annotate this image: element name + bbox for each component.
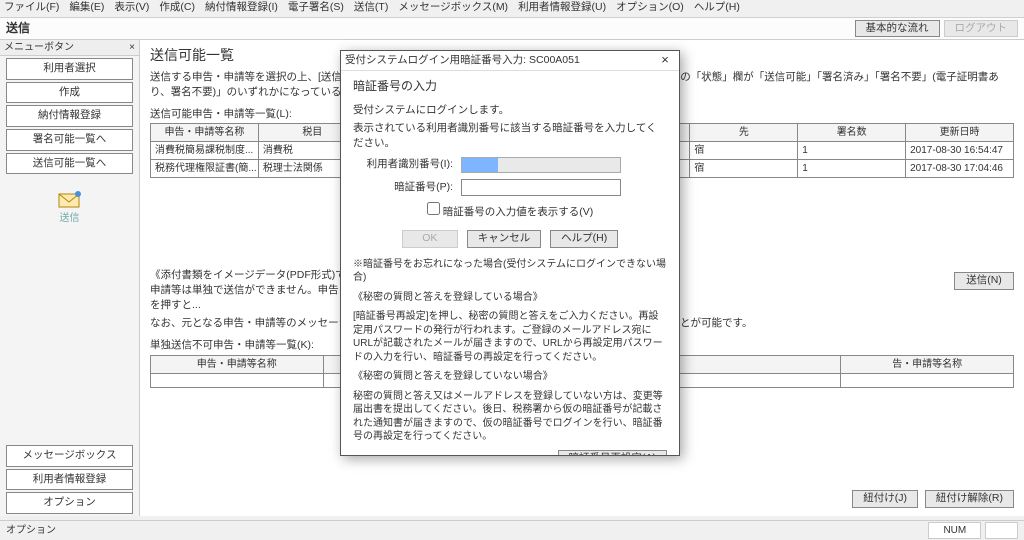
sidebar-item[interactable]: オプション <box>6 492 133 514</box>
menu-item[interactable]: メッセージボックス(M) <box>398 1 508 13</box>
sidebar-item[interactable]: 作成 <box>6 82 133 104</box>
show-pin-checkbox[interactable] <box>427 202 440 215</box>
menu-item[interactable]: ヘルプ(H) <box>694 1 740 13</box>
pin-dialog: 受付システムログイン用暗証番号入力: SC00A051 × 暗証番号の入力 受付… <box>340 50 680 456</box>
menu-item[interactable]: 送信(T) <box>354 1 388 13</box>
table-cell: 2017-08-30 16:54:47 <box>906 142 1014 160</box>
table-header: 告・申請等名称 <box>841 355 1014 373</box>
send-button[interactable]: 送信(N) <box>954 272 1014 290</box>
table-header: 更新日時 <box>906 124 1014 142</box>
table-cell <box>151 373 324 387</box>
send-icon-label: 送信 <box>60 212 80 225</box>
status-empty <box>985 522 1018 539</box>
table-cell: 税務代理権限証書(簡... <box>151 160 259 178</box>
show-pin-text: 暗証番号の入力値を表示する(V) <box>443 206 594 218</box>
status-left: オプション <box>6 524 56 537</box>
status-num: NUM <box>928 522 981 539</box>
sidebar-item[interactable]: 利用者情報登録 <box>6 469 133 491</box>
dialog-desc1: 受付システムにログインします。 <box>353 103 667 118</box>
sidebar-item[interactable]: 納付情報登録 <box>6 105 133 127</box>
table-cell: 宿 <box>690 142 798 160</box>
note-a-title: 《秘密の質問と答えを登録している場合》 <box>353 291 667 305</box>
menu-item[interactable]: 編集(E) <box>69 1 104 13</box>
pin-input[interactable] <box>461 179 621 197</box>
table-header: 申告・申請等名称 <box>151 124 259 142</box>
note-a: [暗証番号再設定]を押し、秘密の質問と答えをご入力ください。再設定用パスワードの… <box>353 310 667 364</box>
sidebar-tab-label: メニューボタン <box>4 41 74 54</box>
cancel-button[interactable]: キャンセル <box>467 230 542 248</box>
menu-item[interactable]: 作成(C) <box>159 1 195 13</box>
title-row: 送信 基本的な流れ ログアウト <box>0 18 1024 40</box>
table-cell: 2017-08-30 17:04:46 <box>906 160 1014 178</box>
table-cell: 消費税簡易課税制度... <box>151 142 259 160</box>
table-header: 先 <box>690 124 798 142</box>
note-forgot: ※暗証番号をお忘れになった場合(受付システムにログインできない場合) <box>353 258 667 285</box>
menu-item[interactable]: 納付情報登録(I) <box>205 1 278 13</box>
help-button[interactable]: ヘルプ(H) <box>550 230 618 248</box>
user-id-label: 利用者識別番号(I): <box>353 158 453 172</box>
basic-flow-button[interactable]: 基本的な流れ <box>855 20 940 38</box>
user-id-value <box>461 157 621 173</box>
logout-button: ログアウト <box>944 20 1019 38</box>
menu-bar: ファイル(F) 編集(E) 表示(V) 作成(C) 納付情報登録(I) 電子署名(S) 送信… <box>0 0 1024 18</box>
sidebar-tab-header: メニューボタン × <box>0 40 139 56</box>
menu-item[interactable]: ファイル(F) <box>4 1 59 13</box>
table-header <box>668 355 841 373</box>
dialog-title: 受付システムログイン用暗証番号入力: SC00A051 <box>345 54 580 68</box>
menu-item[interactable]: 電子署名(S) <box>288 1 344 13</box>
sidebar-item[interactable]: 利用者選択 <box>6 58 133 80</box>
dialog-close-icon[interactable]: × <box>655 52 675 69</box>
dialog-titlebar: 受付システムログイン用暗証番号入力: SC00A051 × <box>341 51 679 71</box>
note-b-title: 《秘密の質問と答えを登録していない場合》 <box>353 370 667 384</box>
table-cell: 宿 <box>690 160 798 178</box>
dialog-heading: 暗証番号の入力 <box>353 79 667 95</box>
menu-item[interactable]: 利用者情報登録(U) <box>518 1 606 13</box>
table-header: 署名数 <box>798 124 906 142</box>
status-bar: オプション NUM <box>0 520 1024 540</box>
sidebar: メニューボタン × 利用者選択作成納付情報登録署名可能一覧へ送信可能一覧へ 送信… <box>0 40 140 516</box>
table-cell <box>668 373 841 387</box>
table-cell: 1 <box>798 142 906 160</box>
show-pin-checkbox-label[interactable]: 暗証番号の入力値を表示する(V) <box>427 206 593 218</box>
dialog-desc2: 表示されている利用者識別番号に該当する暗証番号を入力してください。 <box>353 121 667 150</box>
menu-item[interactable]: 表示(V) <box>114 1 149 13</box>
ok-button: OK <box>402 230 458 248</box>
unlink-button[interactable]: 紐付け解除(R) <box>925 490 1014 508</box>
pin-reset-button[interactable]: 暗証番号再設定(A) <box>558 450 668 455</box>
link-button[interactable]: 紐付け(J) <box>852 490 918 508</box>
pin-label: 暗証番号(P): <box>353 181 453 195</box>
menu-item[interactable]: オプション(O) <box>616 1 684 13</box>
sidebar-item[interactable]: 署名可能一覧へ <box>6 129 133 151</box>
page-title: 送信 <box>6 21 30 37</box>
table-cell: 1 <box>798 160 906 178</box>
send-icon <box>58 190 82 210</box>
sidebar-item[interactable]: 送信可能一覧へ <box>6 153 133 175</box>
sidebar-item[interactable]: メッセージボックス <box>6 445 133 467</box>
table-cell <box>841 373 1014 387</box>
close-icon[interactable]: × <box>129 41 135 54</box>
table-header: 申告・申請等名称 <box>151 355 324 373</box>
note-b: 秘密の質問と答え又はメールアドレスを登録していない方は、変更等届出書を提出してく… <box>353 390 667 444</box>
